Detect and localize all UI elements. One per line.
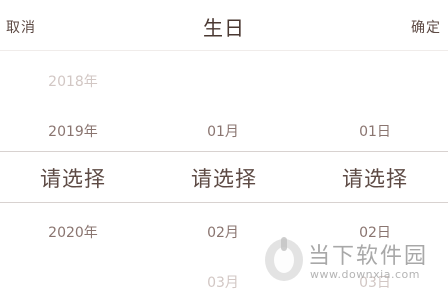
month-option[interactable]: 01月 [163,121,283,141]
year-selected[interactable]: 请选择 [0,163,148,193]
month-selected[interactable]: 请选择 [149,163,299,193]
picker-header: 取消 生日 确定 [0,0,448,51]
selection-band: 请选择 请选择 请选择 [0,151,448,203]
year-option[interactable]: 2018年 [13,71,133,91]
year-option[interactable]: 2020年 [13,222,133,242]
watermark-url: www.downxia.com [310,268,420,281]
page-title: 生日 [203,16,245,40]
day-option[interactable]: 01日 [315,121,435,141]
year-option[interactable]: 2019年 [13,121,133,141]
watermark-name: 当下软件园 [308,244,429,269]
watermark: 当下软件园 www.downxia.com [262,230,448,301]
confirm-button[interactable]: 确定 [411,17,441,37]
watermark-logo-icon [265,237,303,281]
day-selected[interactable]: 请选择 [300,163,448,193]
